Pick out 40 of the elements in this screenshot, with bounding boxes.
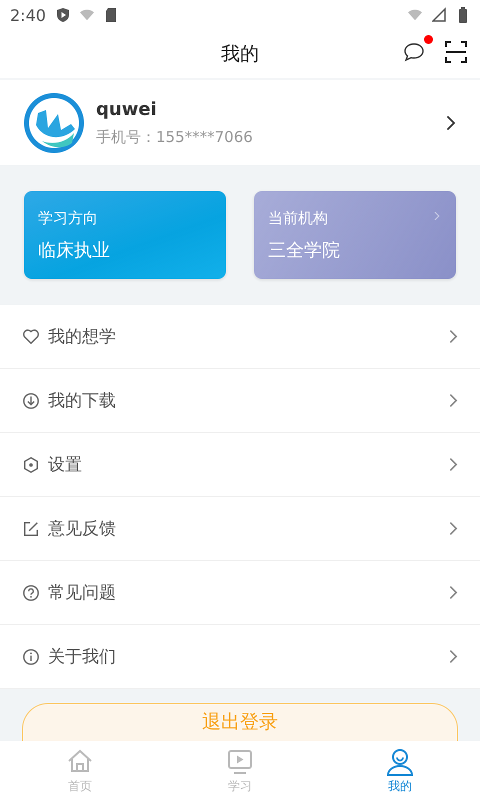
card-value: 三全学院 <box>268 239 340 262</box>
info-icon <box>22 648 40 666</box>
heart-icon <box>22 328 40 346</box>
chevron-icon <box>449 649 458 664</box>
menu-item[interactable]: 设置 <box>0 433 480 497</box>
wifi-icon <box>408 7 422 23</box>
signal-icon <box>432 7 446 23</box>
help-icon <box>22 584 40 602</box>
page-title: 我的 <box>221 42 259 67</box>
download-icon <box>22 392 40 410</box>
card-label: 当前机构 <box>268 209 328 228</box>
video-icon <box>226 748 254 776</box>
chevron-icon <box>449 521 458 536</box>
profile-row[interactable]: quwei 手机号：155****7066 <box>0 80 480 165</box>
card-value: 临床执业 <box>38 239 110 262</box>
scan-icon[interactable] <box>444 40 468 64</box>
phone-number: 手机号：155****7066 <box>96 128 254 146</box>
battery-icon <box>456 7 470 23</box>
chevron-icon <box>446 114 456 130</box>
menu-item[interactable]: 关于我们 <box>0 625 480 689</box>
chevron-icon <box>434 211 440 221</box>
chevron-icon <box>449 585 458 600</box>
menu-item[interactable]: 我的下载 <box>0 369 480 433</box>
wifi-icon <box>80 7 94 23</box>
nav-tab[interactable]: 我的 <box>320 741 480 800</box>
chevron-icon <box>449 457 458 472</box>
person-icon <box>386 748 414 776</box>
menu-item[interactable]: 常见问题 <box>0 561 480 625</box>
card-label: 学习方向 <box>38 209 98 228</box>
settings-icon <box>22 456 40 474</box>
chevron-icon <box>449 329 458 344</box>
user-name: quwei <box>96 98 158 120</box>
avatar-logo <box>24 92 84 152</box>
menu-item[interactable]: 意见反馈 <box>0 497 480 561</box>
chevron-icon <box>449 393 458 408</box>
menu-item[interactable]: 我的想学 <box>0 305 480 369</box>
sd-card-icon <box>104 7 118 23</box>
shield-icon <box>56 7 70 23</box>
edit-icon <box>22 520 40 538</box>
status-time: 2:40 <box>10 6 46 24</box>
